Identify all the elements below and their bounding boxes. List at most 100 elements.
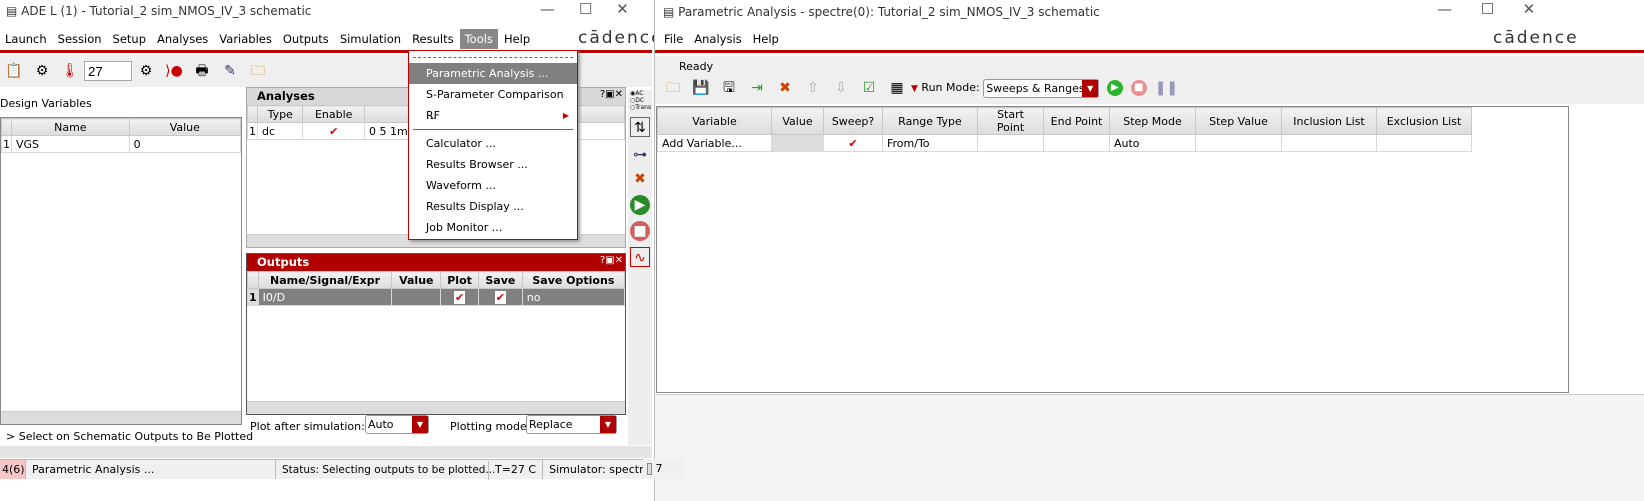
sliders-icon[interactable]: ⇅ [630, 117, 650, 137]
menu-item-parametric-analysis[interactable]: Parametric Analysis ... [409, 63, 577, 84]
radio-dc[interactable]: ○DC [630, 97, 652, 104]
col-variable[interactable]: Variable [657, 107, 772, 135]
table-row[interactable]: 1 VGS 0 [1, 135, 242, 153]
model-icon[interactable]: ⚙ [136, 61, 156, 81]
menu-session[interactable]: Session [58, 32, 102, 46]
menu-item-calculator[interactable]: Calculator ... [409, 133, 577, 154]
plotting-mode-select[interactable]: Replace ▼ [526, 415, 617, 434]
menu-file[interactable]: File [664, 32, 683, 46]
move-down-icon[interactable]: ⇩ [831, 78, 851, 98]
run-icon[interactable]: ▶ [1106, 80, 1123, 96]
col-save[interactable]: Save [477, 271, 523, 289]
run-icon[interactable]: ▶ [630, 195, 650, 215]
tools-menu: Parametric Analysis ... S-Parameter Comp… [408, 50, 578, 240]
col-sweep[interactable]: Sweep? [823, 107, 883, 135]
menu-item-rf[interactable]: RF ▶ [409, 105, 577, 126]
netlist-icon[interactable]: ⟩● [164, 61, 184, 81]
col-save-options[interactable]: Save Options [521, 271, 626, 289]
col-plot[interactable]: Plot [440, 271, 479, 289]
close-button[interactable]: ✕ [1523, 0, 1536, 18]
menu-tools[interactable]: Tools [459, 29, 498, 49]
radio-trans[interactable]: ○Trans [630, 104, 652, 111]
col-value[interactable]: Value [128, 118, 242, 136]
maximize-button[interactable]: ☐ [1481, 0, 1494, 18]
menu-analyses[interactable]: Analyses [157, 32, 208, 46]
enable-checkbox[interactable]: ✔ [302, 122, 365, 140]
col-enable[interactable]: Enable [302, 105, 365, 123]
menu-simulation[interactable]: Simulation [340, 32, 401, 46]
panel-controls[interactable]: ?▣✕ [600, 255, 623, 266]
col-range-type[interactable]: Range Type [882, 107, 978, 135]
print-icon[interactable]: 🖶 [192, 61, 212, 81]
menu-item-results-display[interactable]: Results Display ... [409, 196, 577, 217]
delete-icon[interactable]: ✖ [630, 169, 650, 189]
horizontal-scrollbar[interactable] [1, 411, 241, 424]
col-value[interactable]: Value [771, 107, 824, 135]
plot-after-select[interactable]: Auto ▼ [365, 415, 429, 434]
col-type[interactable]: Type [256, 105, 304, 123]
move-up-icon[interactable]: ⇧ [803, 78, 823, 98]
check-icon[interactable]: ☑ [859, 78, 879, 98]
sweep-checkbox[interactable]: ✔ [823, 134, 883, 152]
col-value[interactable]: Value [391, 271, 442, 289]
folder-icon[interactable]: 🗀 [248, 61, 268, 81]
pause-icon[interactable]: ❚❚ [1155, 78, 1178, 98]
minimize-button[interactable]: — [1437, 0, 1452, 18]
menu-item-waveform[interactable]: Waveform ... [409, 175, 577, 196]
window-title: ADE L (1) - Tutorial_2 sim_NMOS_IV_3 sch… [21, 4, 312, 18]
col-exclusion-list[interactable]: Exclusion List [1376, 107, 1472, 135]
maximize-button[interactable]: ☐ [579, 0, 592, 18]
menu-analysis[interactable]: Analysis [694, 32, 741, 46]
toolbar-area: Ready 🗀 💾 🖫 ⇥ ✖ ⇧ ⇩ ☑ ▦ ▼ Run Mode: Sweeps & Rang… [655, 56, 1644, 104]
col-inclusion-list[interactable]: Inclusion List [1281, 107, 1377, 135]
save-as-icon[interactable]: 🖫 [719, 78, 739, 98]
col-step-value[interactable]: Step Value [1195, 107, 1282, 135]
run-mode-select[interactable]: Sweeps & Ranges ▼ [983, 78, 1100, 98]
launch-icon[interactable]: 📋 [4, 61, 24, 81]
col-name[interactable]: Name [11, 118, 130, 136]
menu-variables[interactable]: Variables [219, 32, 272, 46]
close-button[interactable]: ✕ [616, 0, 629, 18]
stop-icon[interactable]: ■ [630, 221, 650, 241]
panel-controls[interactable]: ?▣✕ [600, 89, 623, 100]
save-checkbox[interactable]: ✔ [477, 288, 523, 306]
waveform-icon[interactable]: ∿ [630, 247, 650, 267]
window-controls: — ☐ ✕ [1437, 0, 1535, 18]
table-row[interactable]: Add Variable... ✔ From/To Auto [657, 134, 1472, 152]
run-mode-label: Run Mode: [921, 81, 980, 94]
submenu-arrow-icon: ▶ [562, 111, 569, 120]
menu-help[interactable]: Help [504, 32, 530, 46]
table-row[interactable]: 1 I0/D ✔ ✔ no [247, 288, 626, 306]
col-end-point[interactable]: End Point [1043, 107, 1110, 135]
stop-icon[interactable]: ■ [1130, 80, 1147, 96]
minimize-button[interactable]: — [540, 0, 555, 18]
col-step-mode[interactable]: Step Mode [1109, 107, 1196, 135]
edit-icon[interactable]: ✎ [220, 61, 240, 81]
chevron-down-icon[interactable]: ▼ [911, 84, 918, 94]
radio-ac[interactable]: ◉AC [630, 90, 652, 97]
menu-item-job-monitor[interactable]: Job Monitor ... [409, 217, 577, 238]
menu-results[interactable]: Results [412, 32, 454, 46]
netlist-icon[interactable]: ⊶ [630, 145, 650, 165]
setup-icon[interactable]: ⚙ [32, 61, 52, 81]
save-icon[interactable]: 💾 [691, 78, 711, 98]
delete-icon[interactable]: ✖ [775, 78, 795, 98]
temperature-input[interactable] [84, 61, 132, 81]
menu-item-results-browser[interactable]: Results Browser ... [409, 154, 577, 175]
menu-launch[interactable]: Launch [5, 32, 47, 46]
horizontal-scrollbar[interactable] [247, 401, 625, 414]
add-to-table-icon[interactable]: ⇥ [747, 78, 767, 98]
menu-help[interactable]: Help [753, 32, 779, 46]
menu-outputs[interactable]: Outputs [283, 32, 329, 46]
open-icon[interactable]: 🗀 [663, 78, 683, 98]
status-simulator: Simulator: spectre [543, 460, 658, 479]
table-view-icon[interactable]: ▦ [887, 78, 907, 98]
col-start-point[interactable]: Start Point [977, 107, 1044, 135]
plot-checkbox[interactable]: ✔ [440, 288, 479, 306]
outputs-panel: Outputs ?▣✕ Name/Signal/Expr Value Plot Sav… [246, 253, 626, 415]
col-name[interactable]: Name/Signal/Expr [257, 271, 393, 289]
menu-item-s-parameter[interactable]: S-Parameter Comparison ... [409, 84, 577, 122]
app-icon: ▤ [6, 4, 22, 18]
menubar: Launch Session Setup Analyses Variables Outpu… [5, 29, 541, 49]
menu-setup[interactable]: Setup [113, 32, 146, 46]
